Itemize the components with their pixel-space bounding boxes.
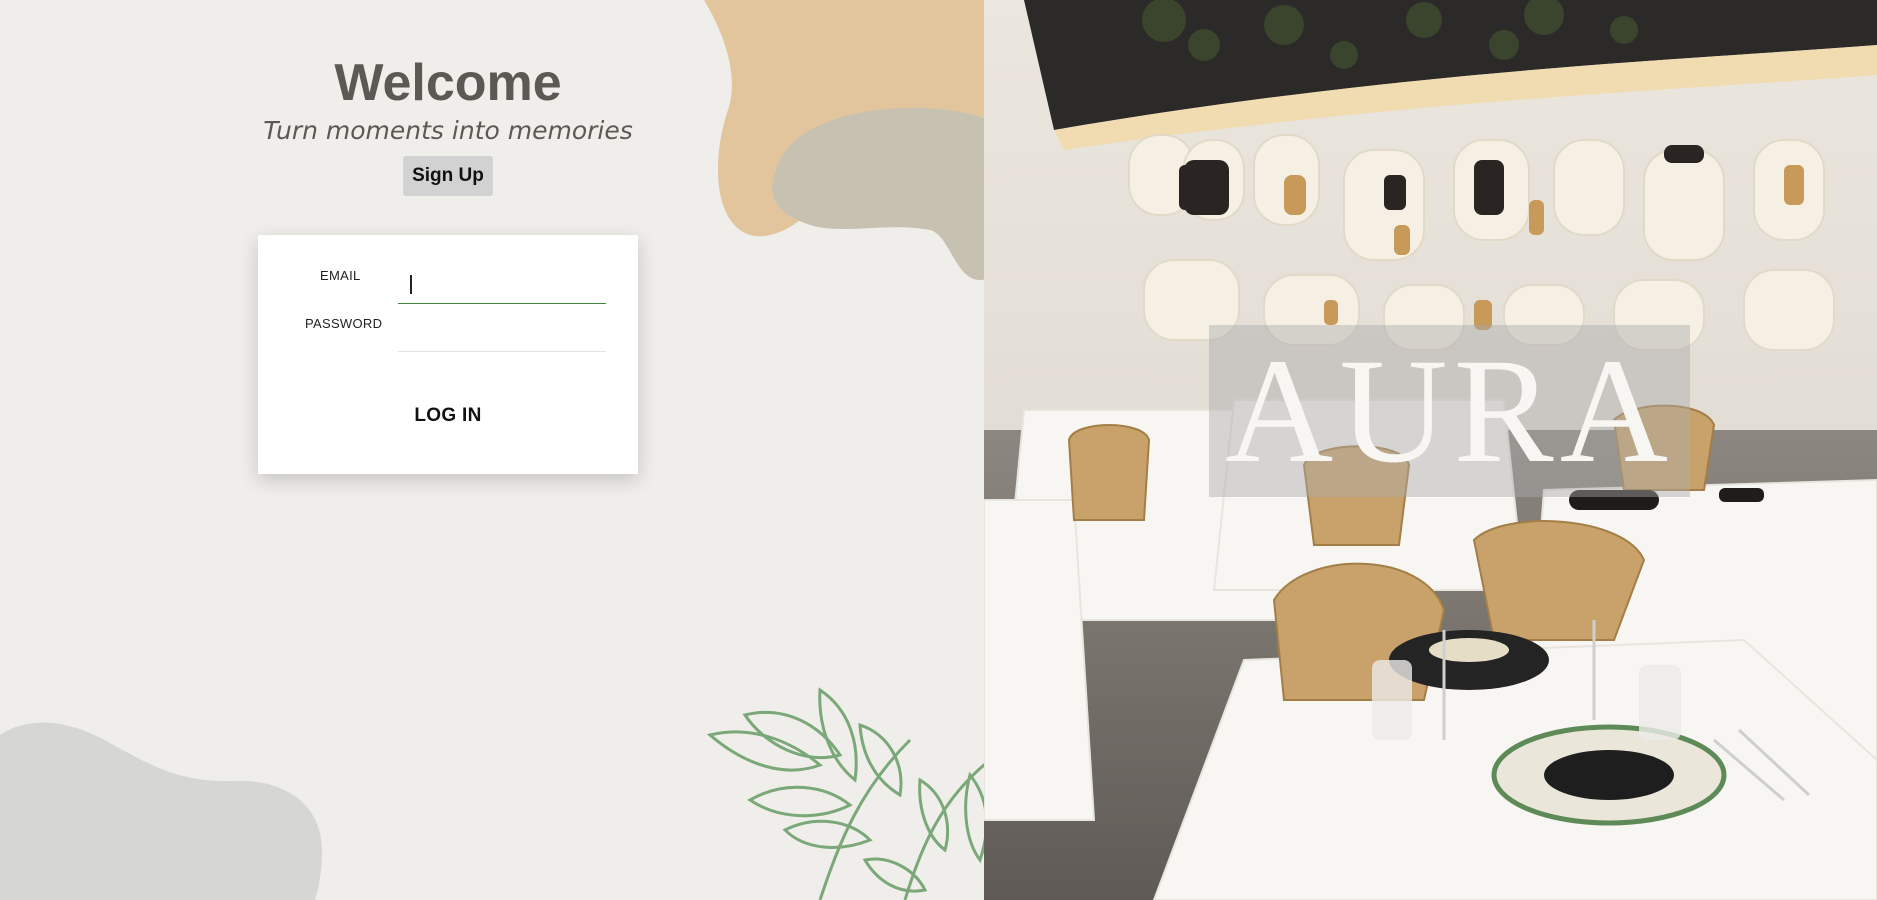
log-in-button[interactable]: LOG IN xyxy=(258,405,638,427)
gray-blob xyxy=(0,722,322,900)
welcome-header: Welcome Turn moments into memories Sign … xyxy=(248,52,648,196)
text-cursor xyxy=(410,275,412,294)
password-label: PASSWORD xyxy=(305,316,383,331)
sign-up-button[interactable]: Sign Up xyxy=(403,156,493,196)
brand-logo-panel: AURA xyxy=(1209,325,1690,497)
email-label: EMAIL xyxy=(320,268,361,283)
tagline: Turn moments into memories xyxy=(263,116,633,145)
brand-logo: AURA xyxy=(1224,328,1675,494)
email-field[interactable] xyxy=(398,270,606,304)
password-field[interactable] xyxy=(398,318,606,352)
page-title: Welcome xyxy=(334,54,562,112)
